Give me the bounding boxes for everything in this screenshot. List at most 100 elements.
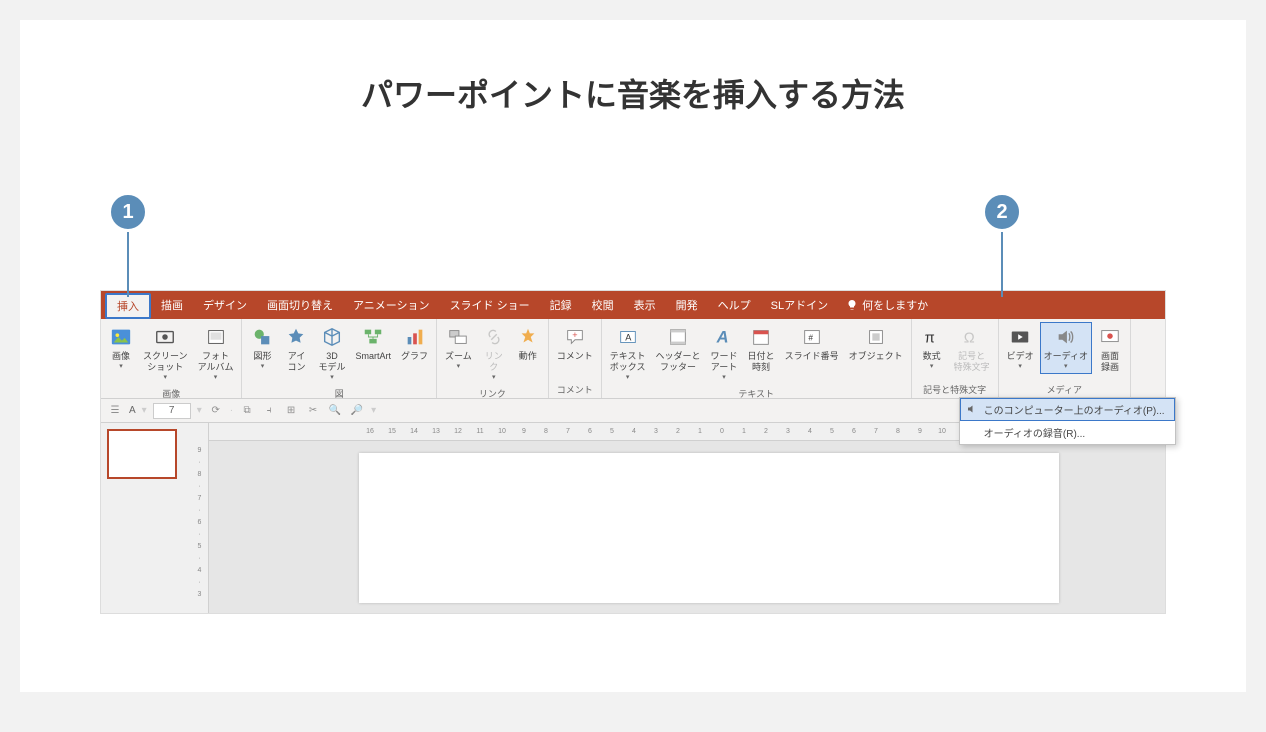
audio-from-pc-label: このコンピューター上のオーディオ(P)... <box>984 406 1165 417</box>
align-icon[interactable]: ⧉ <box>239 403 255 419</box>
textbox-icon: A <box>616 325 640 349</box>
textbox-button[interactable]: A テキスト ボックス ▾ <box>606 322 650 385</box>
tell-me-search[interactable]: 何をしますか <box>838 297 936 313</box>
comment-label: コメント <box>557 351 593 362</box>
group-media: ビデオ ▾ オーディオ ▾ 画面 録画 メディア <box>999 319 1131 398</box>
audio-from-pc-item[interactable]: このコンピューター上のオーディオ(P)... <box>960 398 1175 421</box>
photoalbum-label: フォト アルバム <box>198 351 234 373</box>
speaker-icon <box>966 403 978 415</box>
shapes-button[interactable]: 図形 ▾ <box>246 322 278 374</box>
tab-addin[interactable]: SLアドイン <box>761 291 838 319</box>
ribbon: 画像 ▾ スクリーン ショット ▾ フォト アルバム ▾ 画像 <box>101 319 1165 399</box>
list-icon[interactable]: ☰ <box>107 403 123 419</box>
datetime-label: 日付と 時刻 <box>748 351 775 373</box>
equation-icon: π <box>920 325 944 349</box>
refresh-icon[interactable]: ⟳ <box>208 403 224 419</box>
tab-draw[interactable]: 描画 <box>151 291 193 319</box>
object-button[interactable]: オブジェクト <box>845 322 907 365</box>
callout-badge-1: 1 <box>108 192 148 232</box>
caret-icon: ▾ <box>626 374 630 382</box>
link-label: リン ク <box>485 351 503 373</box>
video-button[interactable]: ビデオ ▾ <box>1003 322 1038 374</box>
tab-slideshow[interactable]: スライド ショー <box>440 291 540 319</box>
group-images-label: 画像 <box>105 385 237 402</box>
audio-dropdown-menu: このコンピューター上のオーディオ(P)... オーディオの録音(R)... <box>959 397 1176 445</box>
group-comments: + コメント コメント <box>549 319 602 398</box>
spin-value[interactable]: 7 <box>153 403 191 419</box>
tab-animations[interactable]: アニメーション <box>343 291 440 319</box>
group-comments-label: コメント <box>553 381 597 398</box>
callout-line-1 <box>127 232 129 297</box>
ruler-icon[interactable]: ⫞ <box>261 403 277 419</box>
group-images: 画像 ▾ スクリーン ショット ▾ フォト アルバム ▾ 画像 <box>101 319 242 398</box>
wordart-button[interactable]: A ワード アート ▾ <box>707 322 742 385</box>
action-icon <box>516 325 540 349</box>
shapes-icon <box>250 325 274 349</box>
headerfooter-icon <box>666 325 690 349</box>
action-button[interactable]: 動作 <box>512 322 544 365</box>
datetime-button[interactable]: 日付と 時刻 <box>744 322 779 376</box>
page-title: パワーポイントに音楽を挿入する方法 <box>20 20 1246 116</box>
grid-icon[interactable]: ⊞ <box>283 403 299 419</box>
cut-icon[interactable]: ✂ <box>305 403 321 419</box>
caret-icon: ▾ <box>1018 363 1022 371</box>
chart-button[interactable]: グラフ <box>397 322 432 365</box>
tab-developer[interactable]: 開発 <box>666 291 708 319</box>
caret-icon: ▾ <box>119 363 123 371</box>
comment-button[interactable]: + コメント <box>553 322 597 365</box>
slide-thumbnail[interactable] <box>107 429 177 479</box>
tell-me-label: 何をしますか <box>862 297 928 313</box>
callout-line-2 <box>1001 232 1003 297</box>
group-symbols: π 数式 ▾ Ω 記号と 特殊文字 記号と特殊文字 <box>912 319 999 398</box>
audio-record-item[interactable]: オーディオの録音(R)... <box>960 421 1175 444</box>
zoom-label: ズーム <box>445 351 472 362</box>
caret-icon: ▾ <box>930 363 934 371</box>
slide-canvas[interactable] <box>359 453 1059 603</box>
svg-text:+: + <box>572 330 577 340</box>
comment-icon: + <box>563 325 587 349</box>
smartart-button[interactable]: SmartArt <box>352 322 396 365</box>
screenrecording-icon <box>1098 325 1122 349</box>
group-text: A テキスト ボックス ▾ ヘッダーと フッター A ワード アート ▾ <box>602 319 912 398</box>
tab-help[interactable]: ヘルプ <box>708 291 761 319</box>
headerfooter-label: ヘッダーと フッター <box>656 351 701 373</box>
tab-review[interactable]: 校閲 <box>582 291 624 319</box>
group-links: ズーム ▾ リン ク ▾ 動作 リンク <box>437 319 549 398</box>
slide-thumbnails-panel[interactable] <box>101 423 191 613</box>
group-illustrations-label: 図 <box>246 385 432 402</box>
caret-icon: ▾ <box>214 374 218 382</box>
chart-icon <box>403 325 427 349</box>
link-button[interactable]: リン ク ▾ <box>478 322 510 385</box>
caret-icon: ▾ <box>457 363 461 371</box>
caret-icon: ▾ <box>1064 363 1068 371</box>
tab-design[interactable]: デザイン <box>193 291 257 319</box>
tab-view[interactable]: 表示 <box>624 291 666 319</box>
icons-button[interactable]: アイ コン <box>280 322 312 376</box>
zoom-button[interactable]: ズーム ▾ <box>441 322 476 374</box>
group-links-label: リンク <box>441 385 544 402</box>
cube-icon <box>320 325 344 349</box>
group-symbols-label: 記号と特殊文字 <box>916 381 994 398</box>
screenrecording-button[interactable]: 画面 録画 <box>1094 322 1126 376</box>
screenshot-button[interactable]: スクリーン ショット ▾ <box>139 322 192 385</box>
vertical-ruler: 9·8·7·6·5·4·3 <box>191 423 209 613</box>
pictures-button[interactable]: 画像 ▾ <box>105 322 137 374</box>
photoalbum-button[interactable]: フォト アルバム ▾ <box>194 322 238 385</box>
audio-button[interactable]: オーディオ ▾ <box>1040 322 1092 374</box>
smartart-label: SmartArt <box>356 351 392 362</box>
tab-record[interactable]: 記録 <box>540 291 582 319</box>
zoom-out-icon[interactable]: 🔎 <box>349 403 365 419</box>
equation-button[interactable]: π 数式 ▾ <box>916 322 948 374</box>
slidenumber-button[interactable]: # スライド番号 <box>781 322 843 365</box>
callout-badge-2: 2 <box>982 192 1022 232</box>
pictures-label: 画像 <box>112 351 130 362</box>
tab-transitions[interactable]: 画面切り替え <box>257 291 343 319</box>
ribbon-tabstrip: 挿入 描画 デザイン 画面切り替え アニメーション スライド ショー 記録 校閲… <box>101 291 1165 319</box>
canvas-area: 1615141312111098765432101234567891011121… <box>209 423 1165 613</box>
headerfooter-button[interactable]: ヘッダーと フッター <box>652 322 705 376</box>
symbol-button[interactable]: Ω 記号と 特殊文字 <box>950 322 994 376</box>
3dmodels-button[interactable]: 3D モデル ▾ <box>314 322 349 385</box>
speaker-icon <box>1054 325 1078 349</box>
zoom-in-icon[interactable]: 🔍 <box>327 403 343 419</box>
work-area: 9·8·7·6·5·4·3 16151413121110987654321012… <box>101 423 1165 613</box>
